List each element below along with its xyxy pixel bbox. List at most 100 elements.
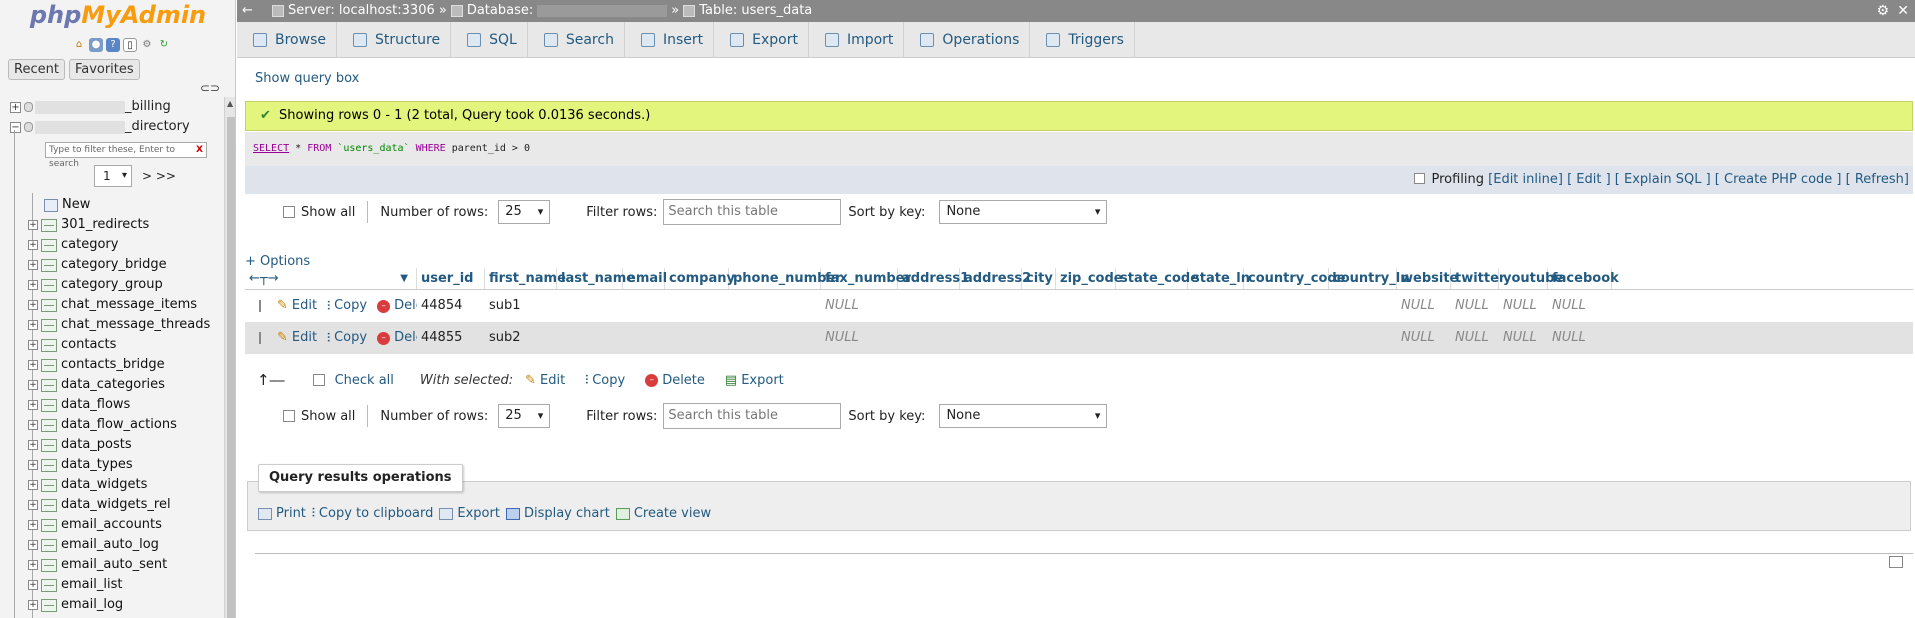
column-header-facebook[interactable]: facebook xyxy=(1548,268,1619,289)
expand-plus-icon[interactable]: + xyxy=(28,380,38,390)
expand-plus-icon[interactable]: + xyxy=(28,480,38,490)
recent-tab[interactable]: Recent xyxy=(8,59,65,80)
sidebar-table-item[interactable]: + email_auto_sent xyxy=(28,555,228,575)
expand-plus-icon[interactable]: + xyxy=(28,320,38,330)
cell-city[interactable] xyxy=(1022,290,1056,322)
copy-to-clipboard-button[interactable]: ⫶ Copy to clipboard xyxy=(312,506,433,521)
table-icon[interactable] xyxy=(41,518,57,532)
breadcrumb-server[interactable]: Server: localhost:3306 » xyxy=(288,0,447,22)
table-icon[interactable] xyxy=(41,458,57,472)
check-all-label[interactable]: Check all xyxy=(335,373,394,388)
print-button[interactable]: Print xyxy=(258,506,306,521)
number-of-rows-select[interactable]: 25 xyxy=(498,404,551,428)
cell-fax-number[interactable]: NULL xyxy=(821,322,898,354)
column-header-first-name[interactable]: first_name xyxy=(485,268,566,289)
cell-country-code[interactable] xyxy=(1244,290,1329,322)
cell-last-name[interactable] xyxy=(557,322,623,354)
cell-country-code[interactable] xyxy=(1244,322,1329,354)
column-header-last-name[interactable]: last_name xyxy=(557,268,635,289)
column-header-website[interactable]: website xyxy=(1397,268,1458,289)
table-icon[interactable] xyxy=(41,338,57,352)
favorites-tab[interactable]: Favorites xyxy=(68,59,140,80)
sidebar-table-item[interactable]: + contacts_bridge xyxy=(28,355,228,375)
table-icon[interactable] xyxy=(41,498,57,512)
export-button[interactable]: Export xyxy=(439,506,500,521)
profiling-checkbox[interactable] xyxy=(1414,173,1426,184)
sidebar-table-item[interactable]: + data_widgets_rel xyxy=(28,495,228,515)
table-icon[interactable] xyxy=(41,318,57,332)
refresh-link[interactable]: [ Refresh] xyxy=(1846,172,1909,187)
sidebar-table-item[interactable]: + data_types xyxy=(28,455,228,475)
table-icon[interactable] xyxy=(41,238,57,252)
cell-country-ln[interactable] xyxy=(1329,322,1397,354)
bulk-export-button[interactable]: ▤ Export xyxy=(725,373,784,388)
column-header-phone-number[interactable]: phone_number xyxy=(729,268,842,289)
cell-facebook[interactable]: NULL xyxy=(1548,322,1612,354)
cell-youtube[interactable]: NULL xyxy=(1499,322,1548,354)
row-edit-button[interactable]: ✎ Edit xyxy=(277,322,317,354)
back-arrow-icon[interactable]: ← xyxy=(242,0,253,22)
column-header-address1[interactable]: address1 xyxy=(898,268,969,289)
edit-link[interactable]: [ Edit ] xyxy=(1567,172,1611,187)
link-with-main-panel-icon[interactable]: ⊂⊃ xyxy=(200,81,220,95)
sort-by-key-select[interactable]: None xyxy=(939,200,1108,224)
expand-plus-icon[interactable]: + xyxy=(28,460,38,470)
cell-twitter[interactable]: NULL xyxy=(1451,290,1499,322)
tab-insert[interactable]: Insert xyxy=(625,22,715,58)
settings-gear-icon[interactable]: ⚙ xyxy=(140,38,154,52)
column-header-user-id[interactable]: user_id xyxy=(417,268,485,289)
cell-address1[interactable] xyxy=(898,290,960,322)
table-name[interactable]: data_types xyxy=(61,455,133,475)
column-header-address2[interactable]: address2 xyxy=(960,268,1031,289)
sort-by-key-select[interactable]: None xyxy=(939,404,1108,428)
table-icon[interactable] xyxy=(41,278,57,292)
table-icon[interactable] xyxy=(41,598,57,612)
cell-website[interactable]: NULL xyxy=(1397,322,1451,354)
number-of-rows-select[interactable]: 25 xyxy=(498,200,551,224)
cell-state-ln[interactable] xyxy=(1188,290,1244,322)
collapse-icon[interactable]: ✕ xyxy=(1897,0,1909,22)
column-resize-arrows[interactable]: ←┬→ ▼ xyxy=(245,268,417,289)
table-icon[interactable] xyxy=(41,378,57,392)
table-name[interactable]: email_accounts xyxy=(61,515,162,535)
console-toggle-icon[interactable] xyxy=(1889,556,1903,568)
row-checkbox[interactable] xyxy=(259,332,261,344)
database-name-suffix[interactable]: _billing xyxy=(125,99,171,114)
expand-plus-icon[interactable]: + xyxy=(28,540,38,550)
table-name[interactable]: 301_redirects xyxy=(61,215,149,235)
sidebar-table-item[interactable]: + contacts xyxy=(28,335,228,355)
table-icon[interactable] xyxy=(41,298,57,312)
logout-icon[interactable]: ● xyxy=(89,38,103,52)
bulk-delete-button[interactable]: – Delete xyxy=(645,373,705,388)
tab-export[interactable]: Export xyxy=(714,22,809,58)
expand-plus-icon[interactable]: + xyxy=(28,340,38,350)
column-header-city[interactable]: city xyxy=(1022,268,1056,289)
column-header-state-ln[interactable]: state_ln xyxy=(1188,268,1250,289)
filter-rows-input[interactable]: Search this table xyxy=(663,199,842,225)
column-header-youtube[interactable]: youtube xyxy=(1499,268,1563,289)
row-copy-button[interactable]: ⫶ Copy xyxy=(327,322,367,354)
cell-phone-number[interactable] xyxy=(729,290,821,322)
column-header-state-code[interactable]: state_code xyxy=(1116,268,1199,289)
row-delete-button[interactable]: –Delete xyxy=(377,290,417,322)
filter-rows-input[interactable]: Search this table xyxy=(663,403,842,429)
cell-facebook[interactable]: NULL xyxy=(1548,290,1612,322)
cell-youtube[interactable]: NULL xyxy=(1499,290,1548,322)
database-item-directory[interactable]: − _directory xyxy=(0,117,222,137)
tab-search[interactable]: Search xyxy=(528,22,625,58)
sidebar-table-item[interactable]: + email_list xyxy=(28,575,228,595)
table-name[interactable]: email_list xyxy=(61,575,122,595)
sidebar-table-item[interactable]: + email_accounts xyxy=(28,515,228,535)
row-delete-button[interactable]: –Delete xyxy=(377,322,417,354)
sidebar-table-item[interactable]: + email_auto_log xyxy=(28,535,228,555)
column-header-company[interactable]: company xyxy=(665,268,735,289)
cell-company[interactable] xyxy=(665,290,729,322)
cell-country-ln[interactable] xyxy=(1329,290,1397,322)
home-icon[interactable]: ⌂ xyxy=(72,38,86,52)
tab-operations[interactable]: Operations xyxy=(904,22,1031,58)
sidebar-table-item[interactable]: +301_redirects xyxy=(28,215,228,235)
sidebar-table-item[interactable]: + data_widgets xyxy=(28,475,228,495)
sidebar-table-item[interactable]: + chat_message_items xyxy=(28,295,228,315)
show-all-label[interactable]: Show all xyxy=(301,205,355,220)
expand-plus-icon[interactable]: + xyxy=(28,280,38,290)
